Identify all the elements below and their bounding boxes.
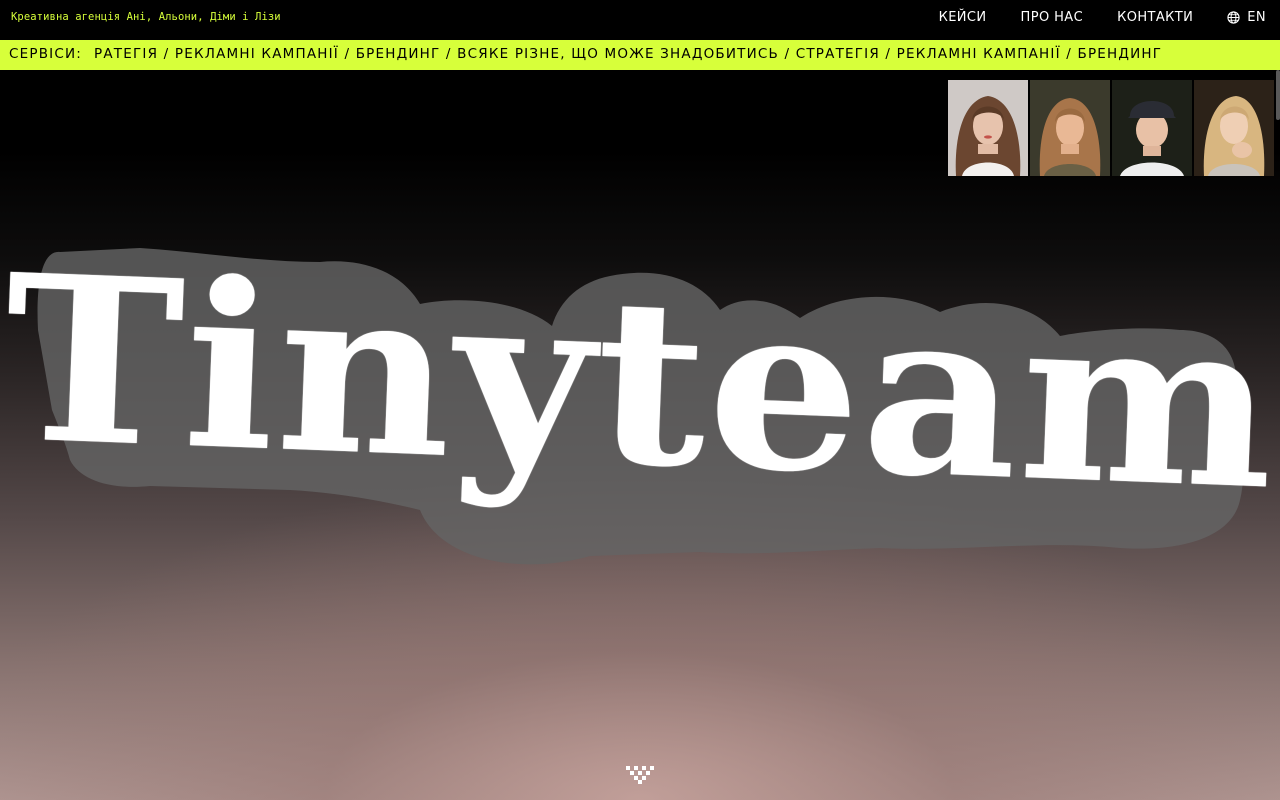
- tinyteam-logo: Tinyteam: [0, 224, 1280, 541]
- scroll-down-icon[interactable]: [626, 766, 654, 788]
